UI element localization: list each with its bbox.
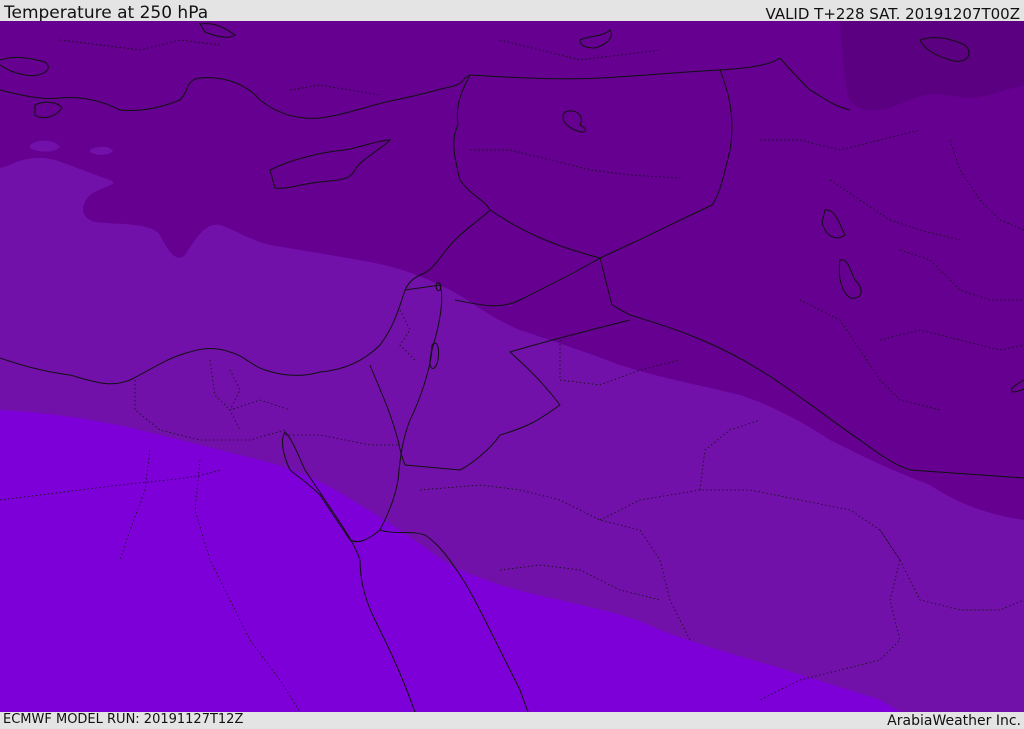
footer-bar: ECMWF MODEL RUN: 20191127T12Z ArabiaWeat… (0, 712, 1024, 729)
header-bar: Temperature at 250 hPa VALID T+228 SAT. … (0, 0, 1024, 23)
map-title: Temperature at 250 hPa (4, 3, 209, 23)
model-run-label: ECMWF MODEL RUN: 20191127T12Z (3, 712, 244, 727)
credit-label: ArabiaWeather Inc. (887, 713, 1021, 729)
temperature-map[interactable] (0, 21, 1024, 713)
